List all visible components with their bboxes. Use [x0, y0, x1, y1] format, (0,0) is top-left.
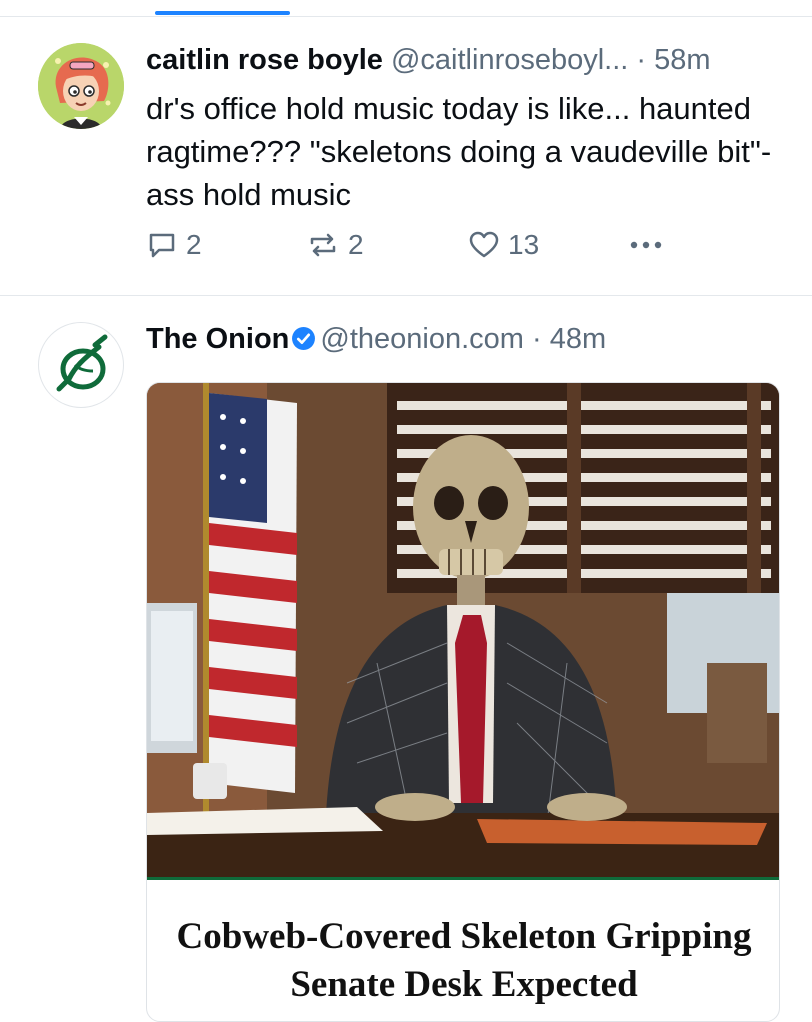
feed-post[interactable]: The Onion @theonion.com · 48m Cobweb-Cov… — [0, 296, 812, 1022]
ellipsis-icon — [630, 241, 662, 249]
card-divider — [147, 877, 779, 880]
author-handle[interactable]: @theonion.com — [320, 323, 524, 355]
author-handle[interactable]: @caitlinroseboyl... — [391, 44, 628, 76]
feed-post[interactable]: caitlin rose boyle @caitlinroseboyl... ·… — [0, 17, 812, 296]
speech-bubble-icon — [149, 233, 175, 258]
like-count: 13 — [508, 229, 540, 260]
author-display-name[interactable]: The Onion — [146, 323, 289, 355]
repost-button[interactable]: 2 — [306, 225, 364, 265]
reply-count: 2 — [186, 229, 202, 260]
meta-separator: · — [636, 44, 647, 76]
article-thumbnail-image — [147, 383, 779, 877]
post-timestamp[interactable]: 58m — [654, 44, 710, 76]
author-display-name[interactable]: caitlin rose boyle — [146, 44, 383, 76]
avatar[interactable] — [38, 322, 124, 408]
meta-separator: · — [532, 323, 542, 355]
post-timestamp[interactable]: 48m — [550, 323, 606, 355]
link-card-title[interactable]: Cobweb-Covered Skeleton Gripping Senate … — [147, 913, 779, 1009]
avatar-illustration — [38, 43, 124, 129]
verified-badge-icon — [292, 327, 316, 350]
post-text: dr's office hold music today is like... … — [146, 91, 772, 212]
reply-button[interactable]: 2 — [146, 225, 202, 265]
repost-count: 2 — [348, 229, 364, 260]
onion-logo-icon — [56, 334, 108, 392]
post-header: The Onion @theonion.com · 48m — [146, 321, 782, 357]
repost-icon — [310, 233, 336, 257]
post-actions: 2 2 13 — [146, 225, 766, 265]
like-button[interactable]: 13 — [468, 225, 539, 265]
link-card[interactable]: Cobweb-Covered Skeleton Gripping Senate … — [146, 382, 780, 1022]
post-header: caitlin rose boyle @caitlinroseboyl... ·… — [146, 42, 782, 78]
heart-icon — [469, 231, 499, 258]
more-options-button[interactable] — [626, 225, 674, 265]
feed-tab-bar — [0, 0, 812, 17]
avatar[interactable] — [38, 43, 124, 129]
active-tab-indicator — [155, 11, 290, 15]
